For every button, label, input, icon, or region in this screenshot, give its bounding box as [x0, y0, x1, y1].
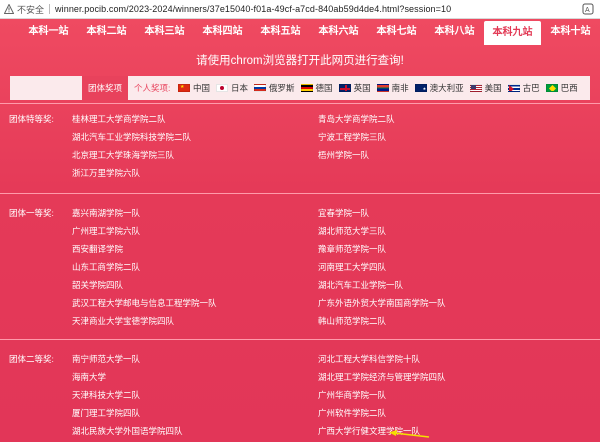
country-japan[interactable]: 日本	[216, 82, 248, 94]
country-uk[interactable]: 英国	[338, 82, 371, 94]
team-item: 南宁师范大学一队	[72, 354, 141, 364]
team-item: 湖北理工学院经济与管理学院四队	[318, 372, 446, 382]
country-label: 日本	[231, 83, 249, 93]
south-africa-flag-icon	[376, 84, 389, 92]
station-nav: 本科一站 本科二站 本科三站 本科四站 本科五站 本科六站 本科七站 本科八站 …	[0, 19, 600, 45]
team-item: 广东外语外贸大学南国商学院一队	[318, 298, 446, 308]
team-item: 豫章师范学院一队	[318, 244, 387, 254]
insecure-label: 不安全	[17, 4, 45, 15]
group-label-first: 团体一等奖:	[9, 208, 54, 218]
group-label-second: 团体二等奖:	[9, 354, 54, 364]
personal-award-label: 个人奖项:	[134, 83, 171, 93]
team-item: 湖北汽车工业学院科技学院二队	[72, 132, 192, 142]
tab-station-5[interactable]: 本科五站	[252, 19, 309, 45]
tab-station-6[interactable]: 本科六站	[310, 19, 367, 45]
japan-flag-icon	[216, 84, 229, 92]
country-usa[interactable]: 美国	[469, 82, 502, 94]
country-label: 巴西	[560, 83, 578, 93]
tab-station-8[interactable]: 本科八站	[426, 19, 483, 45]
team-item: 宜春学院一队	[318, 208, 370, 218]
team-item: 青岛大学商学院二队	[318, 114, 395, 124]
team-item: 广州理工学院六队	[72, 226, 141, 236]
team-item: 湖北民族大学外国语学院四队	[72, 426, 183, 436]
svg-text:A: A	[585, 7, 590, 14]
team-item: 河北工程大学科信学院十队	[318, 354, 421, 364]
country-list: ★ 中国 日本 俄罗斯 德国 英国 南非 ★ 澳大利亚 美国 古巴 巴西	[178, 76, 584, 100]
team-item: 天津商业大学宝德学院四队	[72, 316, 175, 326]
tab-station-10[interactable]: 本科十站	[542, 19, 599, 45]
divider	[0, 103, 600, 104]
team-item: 桂林理工大学商学院二队	[72, 114, 166, 124]
team-item: 天津科技大学二队	[72, 390, 141, 400]
tab-station-7[interactable]: 本科七站	[368, 19, 425, 45]
tab-station-4[interactable]: 本科四站	[194, 19, 251, 45]
team-item: 北京理工大学珠海学院三队	[72, 150, 175, 160]
address-bar[interactable]: 不安全 winner.pocib.com/2023-2024/winners/3…	[0, 0, 600, 19]
russia-flag-icon	[254, 84, 267, 92]
warning-icon	[4, 4, 14, 14]
team-award-tag[interactable]: 团体奖项	[82, 76, 128, 100]
team-item: 湖北师范大学三队	[318, 226, 387, 236]
team-item: 梧州学院一队	[318, 150, 370, 160]
award-legend: 团体奖项 个人奖项: ★ 中国 日本 俄罗斯 德国 英国 南非 ★ 澳大利亚 美…	[10, 76, 590, 100]
tab-station-2[interactable]: 本科二站	[78, 19, 135, 45]
country-cuba[interactable]: 古巴	[507, 82, 540, 94]
tab-station-1[interactable]: 本科一站	[20, 19, 77, 45]
group-label-grand: 团体特等奖:	[9, 114, 54, 124]
page-body: 本科一站 本科二站 本科三站 本科四站 本科五站 本科六站 本科七站 本科八站 …	[0, 19, 600, 442]
china-flag-icon: ★	[178, 84, 190, 92]
uk-flag-icon	[338, 84, 351, 92]
address-divider	[49, 4, 51, 14]
country-label: 德国	[315, 83, 333, 93]
team-item: 广州软件学院二队	[318, 408, 387, 418]
translate-icon[interactable]: A	[582, 3, 594, 15]
country-label: 美国	[484, 83, 502, 93]
country-brazil[interactable]: 巴西	[545, 82, 578, 94]
team-item: 宁波工程学院三队	[318, 132, 387, 142]
country-russia[interactable]: 俄罗斯	[254, 82, 295, 94]
team-item: 嘉兴南湖学院一队	[72, 208, 141, 218]
highlight-arrow-icon	[389, 430, 430, 438]
team-item: 武汉工程大学邮电与信息工程学院一队	[72, 298, 217, 308]
team-item: 厦门理工学院四队	[72, 408, 141, 418]
team-item: 韩山师范学院二队	[318, 316, 387, 326]
country-label: 俄罗斯	[269, 83, 295, 93]
country-label: 古巴	[522, 83, 540, 93]
team-item: 西安翻译学院	[72, 244, 124, 254]
brazil-flag-icon	[545, 84, 558, 92]
country-label: 南非	[391, 83, 409, 93]
team-item: 浙江万里学院六队	[72, 168, 141, 178]
browser-notice: 请使用chrom浏览器打开此网页进行查询!	[196, 55, 404, 67]
germany-flag-icon	[300, 84, 313, 92]
country-south-africa[interactable]: 南非	[376, 82, 409, 94]
team-item: 湖北汽车工业学院一队	[318, 280, 404, 290]
usa-flag-icon	[469, 84, 482, 92]
country-china[interactable]: ★ 中国	[178, 82, 210, 94]
tab-station-3[interactable]: 本科三站	[136, 19, 193, 45]
url-text[interactable]: winner.pocib.com/2023-2024/winners/37e15…	[55, 4, 451, 14]
divider	[0, 339, 600, 340]
cuba-flag-icon	[507, 84, 520, 92]
team-item: 广州华商学院一队	[318, 390, 387, 400]
country-label: 英国	[353, 83, 371, 93]
team-item: 河南理工大学四队	[318, 262, 387, 272]
tab-station-9[interactable]: 本科九站	[484, 21, 541, 45]
australia-flag-icon: ★	[414, 84, 427, 92]
country-label: 中国	[193, 83, 211, 93]
country-australia[interactable]: ★ 澳大利亚	[414, 82, 464, 94]
team-item: 海南大学	[72, 372, 107, 382]
team-item: 山东工商学院二队	[72, 262, 141, 272]
team-item: 韶关学院四队	[72, 280, 124, 290]
divider	[0, 193, 600, 194]
country-germany[interactable]: 德国	[300, 82, 333, 94]
country-label: 澳大利亚	[429, 83, 464, 93]
